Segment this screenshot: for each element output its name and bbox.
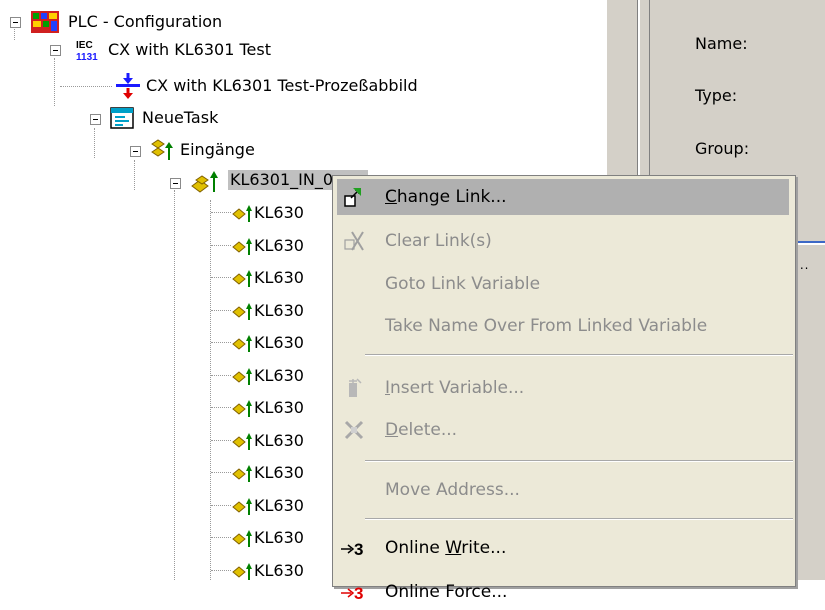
tree-line	[14, 26, 15, 40]
menu-item-move-address[interactable]: Move Address...	[337, 472, 789, 508]
tree-line	[211, 407, 231, 408]
menu-separator	[365, 518, 793, 520]
tree-line	[54, 58, 55, 106]
tree-line	[211, 472, 231, 473]
menu-item-change-link[interactable]: Change Link...	[337, 179, 789, 215]
variable-icon	[232, 202, 254, 224]
tree-line	[211, 212, 231, 213]
tree-line	[211, 505, 231, 506]
tree-node-variable[interactable]: KL630	[254, 366, 304, 386]
collapse-toggle[interactable]	[50, 45, 61, 56]
tree-node-variable[interactable]: KL630	[254, 496, 304, 516]
tree-line	[211, 342, 231, 343]
browse-button-label: ...	[795, 258, 810, 272]
tree-line	[60, 86, 112, 87]
tree-line	[211, 440, 231, 441]
change-link-icon	[343, 186, 365, 208]
variable-icon	[232, 332, 254, 354]
variable-icon	[232, 495, 254, 517]
tree-node-task[interactable]: NeueTask	[142, 108, 218, 128]
collapse-toggle[interactable]	[170, 178, 181, 189]
tree-node-variable[interactable]: KL630	[254, 463, 304, 483]
variable-icon	[232, 430, 254, 452]
clear-link-icon	[343, 230, 365, 252]
svg-text:3: 3	[354, 540, 363, 559]
menu-item-take-name-over[interactable]: Take Name Over From Linked Variable	[337, 308, 789, 344]
tree-line	[174, 190, 175, 580]
name-label: Name:	[695, 34, 748, 53]
collapse-toggle[interactable]	[90, 114, 101, 125]
variable-icon	[232, 235, 254, 257]
tree-node-plc-configuration[interactable]: PLC - Configuration	[68, 12, 222, 32]
tree-node-variable[interactable]: KL630	[254, 333, 304, 353]
menu-item-delete[interactable]: Delete...	[337, 412, 789, 448]
online-force-icon: 3	[339, 582, 367, 604]
variable-icon	[232, 527, 254, 549]
variable-icon	[232, 300, 254, 322]
menu-separator	[365, 460, 793, 462]
tree-line	[94, 128, 95, 158]
tree-node-variable[interactable]: KL630	[254, 528, 304, 548]
tree-node-inputs[interactable]: Eingänge	[180, 140, 255, 160]
variable-icon	[232, 267, 254, 289]
tree-node-variable[interactable]: KL630	[254, 398, 304, 418]
tree-node-variable[interactable]: KL630	[254, 268, 304, 288]
tree-line	[211, 245, 231, 246]
task-icon	[110, 106, 136, 130]
tree-node-variable[interactable]: KL630	[254, 236, 304, 256]
online-write-icon: 3	[339, 538, 367, 560]
tree-node-process-image[interactable]: CX with KL6301 Test-Prozeßabbild	[146, 76, 418, 96]
variable-icon	[232, 462, 254, 484]
tree-node-variable[interactable]: KL630	[254, 431, 304, 451]
tree-line	[211, 310, 231, 311]
insert-variable-icon	[343, 377, 365, 399]
collapse-toggle[interactable]	[10, 17, 21, 28]
menu-item-online-force[interactable]: 3 Online Force...	[337, 574, 789, 610]
tree-line	[134, 160, 135, 190]
plc-configuration-icon	[30, 10, 60, 34]
menu-item-clear-links[interactable]: Clear Link(s)	[337, 223, 789, 259]
tree-line	[211, 537, 231, 538]
menu-item-goto-link-variable[interactable]: Goto Link Variable	[337, 266, 789, 302]
variable-icon	[232, 560, 254, 580]
variable-icon	[232, 365, 254, 387]
svg-text:3: 3	[354, 584, 363, 603]
menu-item-insert-variable[interactable]: Insert Variable...	[337, 370, 789, 406]
menu-separator	[365, 354, 793, 356]
variable-icon	[232, 397, 254, 419]
group-label: Group:	[695, 139, 750, 158]
tree-line	[211, 375, 231, 376]
tree-node-project[interactable]: CX with KL6301 Test	[108, 40, 271, 60]
iec-project-icon: IEC 1131	[76, 38, 100, 63]
tree-node-variable[interactable]: KL630	[254, 203, 304, 223]
collapse-toggle[interactable]	[130, 146, 141, 157]
tree-line	[210, 200, 211, 580]
inputs-folder-icon	[150, 138, 176, 162]
tree-node-variable[interactable]: KL630	[254, 301, 304, 321]
variable-group-icon	[190, 168, 220, 194]
delete-icon	[343, 419, 365, 441]
svg-text:1131: 1131	[76, 52, 98, 62]
type-label: Type:	[695, 86, 738, 105]
tree-node-variable[interactable]: KL630	[254, 561, 304, 580]
context-menu: Change Link... Clear Link(s) Goto Link V…	[332, 175, 796, 603]
tree-line	[211, 277, 231, 278]
menu-item-online-write[interactable]: 3 Online Write...	[337, 530, 789, 566]
tree-line	[211, 570, 231, 571]
svg-text:IEC: IEC	[76, 40, 93, 51]
process-image-icon	[114, 72, 142, 100]
